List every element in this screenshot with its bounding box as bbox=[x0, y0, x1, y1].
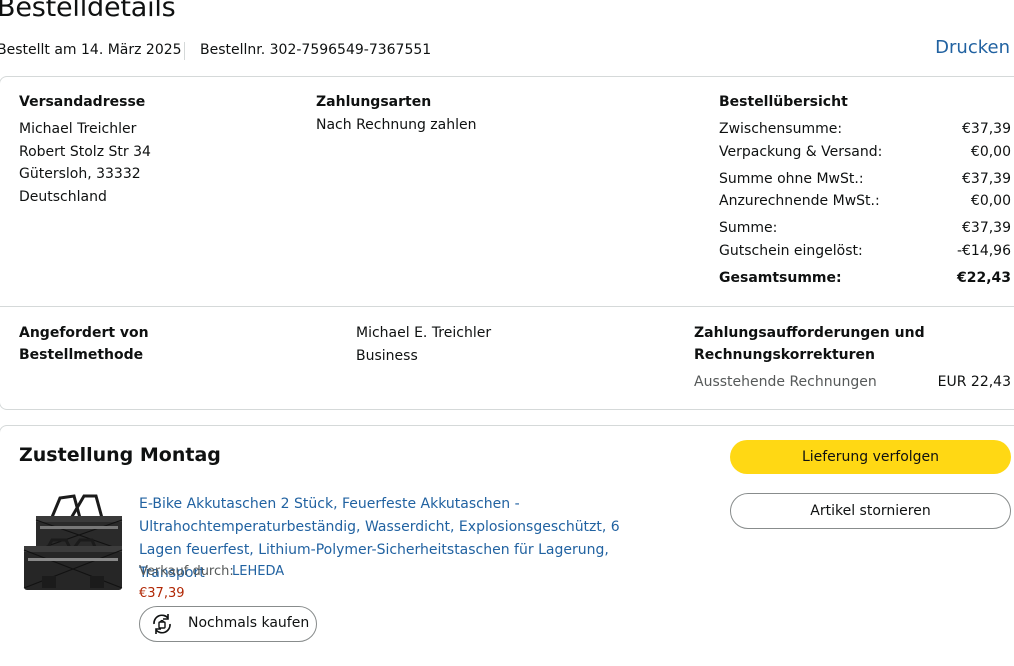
shipping-address-line: Deutschland bbox=[19, 189, 107, 205]
shipping-address-line: Gütersloh, 33332 bbox=[19, 166, 141, 182]
print-link[interactable]: Drucken bbox=[935, 37, 1010, 58]
order-date: Bestellt am 14. März 2025 bbox=[0, 42, 182, 58]
sold-by-label: Verkauf durch: bbox=[139, 564, 234, 579]
shipping-address-heading: Versandadresse bbox=[19, 94, 146, 110]
outstanding-invoices-value: EUR 22,43 bbox=[937, 374, 1011, 390]
requested-by-label: Angefordert von bbox=[19, 325, 149, 341]
order-number: Bestellnr. 302-7596549-7367551 bbox=[200, 42, 432, 58]
summary-value: €0,00 bbox=[970, 144, 1011, 160]
summary-value: €0,00 bbox=[970, 193, 1011, 209]
summary-label: Summe ohne MwSt.: bbox=[719, 171, 864, 187]
section-divider bbox=[0, 306, 1014, 307]
summary-value: -€14,96 bbox=[956, 243, 1011, 259]
buy-again-label: Nochmals kaufen bbox=[188, 615, 310, 631]
buy-again-button[interactable]: Nochmals kaufen bbox=[139, 606, 317, 642]
summary-label: Verpackung & Versand: bbox=[719, 144, 883, 160]
meta-divider bbox=[184, 42, 185, 60]
summary-value: €37,39 bbox=[962, 220, 1011, 236]
track-package-button[interactable]: Lieferung verfolgen bbox=[730, 440, 1011, 474]
product-image[interactable] bbox=[22, 492, 125, 598]
invoices-heading: Zahlungsaufforderungen und bbox=[694, 325, 925, 341]
cancel-items-button[interactable]: Artikel stornieren bbox=[730, 493, 1011, 529]
summary-label: Anzurechnende MwSt.: bbox=[719, 193, 880, 209]
page-title: Bestelldetails bbox=[0, 0, 176, 23]
summary-label: Zwischensumme: bbox=[719, 121, 843, 137]
summary-value: €37,39 bbox=[962, 171, 1011, 187]
delivery-heading: Zustellung Montag bbox=[19, 444, 221, 466]
summary-label: Gutschein eingelöst: bbox=[719, 243, 863, 259]
shipping-address-line: Robert Stolz Str 34 bbox=[19, 144, 151, 160]
order-method-label: Bestellmethode bbox=[19, 347, 144, 363]
rebuy-icon bbox=[153, 614, 171, 634]
summary-label: Summe: bbox=[719, 220, 778, 236]
order-summary-heading: Bestellübersicht bbox=[719, 94, 848, 110]
outstanding-invoices-label: Ausstehende Rechnungen bbox=[694, 374, 877, 390]
grand-total-value: €22,43 bbox=[956, 270, 1011, 286]
shipping-address-line: Michael Treichler bbox=[19, 121, 137, 137]
invoices-heading: Rechnungskorrekturen bbox=[694, 347, 875, 363]
summary-value: €37,39 bbox=[962, 121, 1011, 137]
requested-by-value: Michael E. Treichler bbox=[356, 325, 492, 341]
product-price: €37,39 bbox=[139, 586, 185, 601]
grand-total-label: Gesamtsumme: bbox=[719, 270, 842, 286]
order-method-value: Business bbox=[356, 348, 418, 364]
payment-method: Nach Rechnung zahlen bbox=[316, 117, 477, 133]
seller-link[interactable]: LEHEDA bbox=[232, 564, 284, 579]
payment-heading: Zahlungsarten bbox=[316, 94, 432, 110]
